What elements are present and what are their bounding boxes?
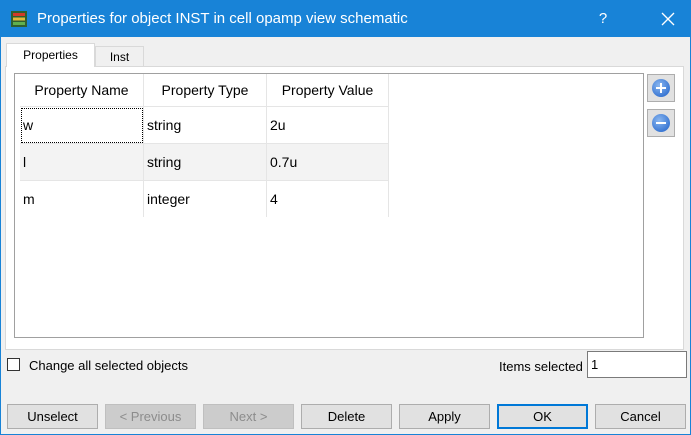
items-selected-field[interactable] <box>587 351 687 378</box>
close-icon <box>661 12 675 26</box>
table-row[interactable]: m integer 4 <box>20 180 389 217</box>
cell-name[interactable]: w <box>20 106 144 144</box>
help-button[interactable]: ? <box>586 1 620 37</box>
cell-name[interactable]: m <box>20 180 144 217</box>
remove-property-button[interactable] <box>647 109 675 137</box>
table-row[interactable]: w string 2u <box>20 106 389 144</box>
app-icon <box>11 11 27 27</box>
tab-inst[interactable]: Inst <box>95 46 144 66</box>
cell-type[interactable]: string <box>143 106 267 144</box>
cell-value[interactable]: 0.7u <box>266 143 389 181</box>
ok-button[interactable]: OK <box>497 404 588 429</box>
previous-button[interactable]: < Previous <box>105 404 196 429</box>
window-title: Properties for object INST in cell opamp… <box>37 10 408 27</box>
header-property-value[interactable]: Property Value <box>266 74 389 107</box>
change-all-checkbox[interactable] <box>7 358 20 371</box>
tab-properties[interactable]: Properties <box>6 43 95 67</box>
table-header-row: Property Name Property Type Property Val… <box>20 74 389 107</box>
cell-name[interactable]: l <box>20 143 144 181</box>
properties-table-container: Property Name Property Type Property Val… <box>14 73 644 338</box>
minus-circle-icon <box>652 114 670 132</box>
cell-value[interactable]: 2u <box>266 106 389 144</box>
unselect-button[interactable]: Unselect <box>7 404 98 429</box>
table-row[interactable]: l string 0.7u <box>20 143 389 181</box>
cell-value[interactable]: 4 <box>266 180 389 217</box>
items-selected-label: Items selected <box>499 359 583 374</box>
apply-button[interactable]: Apply <box>399 404 490 429</box>
change-all-label[interactable]: Change all selected objects <box>29 358 188 373</box>
properties-tab-pane: Property Name Property Type Property Val… <box>5 66 684 350</box>
delete-button[interactable]: Delete <box>301 404 392 429</box>
header-property-type[interactable]: Property Type <box>143 74 267 107</box>
close-button[interactable] <box>645 1 691 37</box>
cell-type[interactable]: integer <box>143 180 267 217</box>
plus-circle-icon <box>652 79 670 97</box>
properties-table: Property Name Property Type Property Val… <box>20 74 389 217</box>
next-button[interactable]: Next > <box>203 404 294 429</box>
cell-type[interactable]: string <box>143 143 267 181</box>
cancel-button[interactable]: Cancel <box>595 404 686 429</box>
properties-dialog: Properties for object INST in cell opamp… <box>0 0 691 435</box>
header-property-name[interactable]: Property Name <box>20 74 144 107</box>
title-bar: Properties for object INST in cell opamp… <box>1 1 690 37</box>
add-property-button[interactable] <box>647 74 675 102</box>
